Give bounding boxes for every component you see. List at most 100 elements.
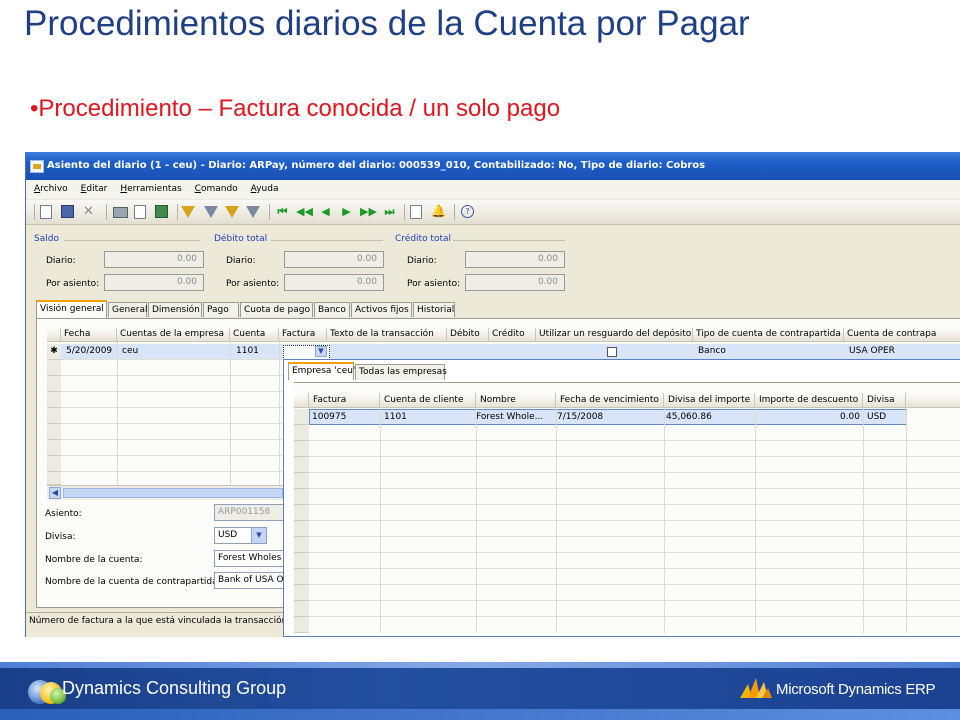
col-factura[interactable]: Factura xyxy=(279,328,327,342)
nombre-cuenta-field[interactable]: Forest Wholes xyxy=(214,550,284,567)
lookup-col-importe-descuento[interactable]: Importe de descuento xyxy=(755,393,863,408)
debito-asiento-field: 0.00 xyxy=(284,274,384,291)
col-tipo-contrapartida[interactable]: Tipo de cuenta de contrapartida xyxy=(693,328,844,342)
cell-empresa[interactable]: ceu xyxy=(122,344,138,360)
lookup-col-nombre[interactable]: Nombre xyxy=(476,393,556,408)
menu-herramientas[interactable]: Herramientas xyxy=(112,180,186,194)
tab-cuota-de-pago[interactable]: Cuota de pago xyxy=(240,302,313,317)
scroll-left-icon[interactable]: ◀ xyxy=(49,487,61,499)
tab-activos-fijos[interactable]: Activos fijos xyxy=(351,302,412,317)
lookup-cell-factura[interactable]: 100975 xyxy=(312,410,346,425)
cell-cuenta[interactable]: 1101 xyxy=(236,344,259,360)
filter-by-selection-icon[interactable] xyxy=(204,206,218,218)
tab-empresa-ceu[interactable]: Empresa 'ceu' xyxy=(288,362,355,380)
saldo-asiento-field: 0.00 xyxy=(104,274,204,291)
tab-vision-general[interactable]: Visión general xyxy=(36,300,107,318)
menu-comando[interactable]: Comando xyxy=(187,180,243,194)
previous-page-icon[interactable]: ◀◀ xyxy=(296,205,313,218)
print-preview-icon[interactable] xyxy=(134,205,146,219)
lookup-col-fecha-vencimiento[interactable]: Fecha de vencimiento xyxy=(556,393,664,408)
lookup-col-cuenta-cliente[interactable]: Cuenta de cliente xyxy=(380,393,476,408)
col-cuenta[interactable]: Cuenta xyxy=(230,328,279,342)
nombre-contrapartida-field[interactable]: Bank of USA O xyxy=(214,572,284,589)
chevron-down-icon[interactable]: ▼ xyxy=(251,528,266,543)
invoice-lookup-popup: Empresa 'ceu' Todas las empresas Factura… xyxy=(283,359,960,637)
col-texto-transaccion[interactable]: Texto de la transacción xyxy=(327,328,447,342)
lookup-cell-divisa[interactable]: USD xyxy=(867,410,886,425)
status-text: Número de factura a la que está vinculad… xyxy=(29,616,288,626)
menubar: Archivo Editar Herramientas Comando Ayuda xyxy=(26,180,960,199)
tab-pago[interactable]: Pago xyxy=(203,302,239,317)
nombre-contrapartida-label: Nombre de la cuenta de contrapartida: xyxy=(45,577,221,587)
previous-record-icon[interactable]: ◀ xyxy=(318,205,333,218)
col-resguardo-deposito[interactable]: Utilizar un resguardo del depósito xyxy=(536,328,693,342)
divisa-select[interactable]: USD ▼ xyxy=(214,527,267,544)
credito-asiento-label: Por asiento: xyxy=(407,279,461,289)
next-page-icon[interactable]: ▶▶ xyxy=(360,205,377,218)
grid-corner xyxy=(47,328,61,342)
lookup-row-100975[interactable]: 100975 1101 Forest Whole... 7/15/2008 45… xyxy=(309,409,907,425)
col-credito[interactable]: Crédito xyxy=(489,328,536,342)
tab-todas-empresas[interactable]: Todas las empresas xyxy=(355,364,447,380)
saldo-diario-field: 0.00 xyxy=(104,251,204,268)
lookup-col-divisa-importe[interactable]: Divisa del importe xyxy=(664,393,755,408)
window-titlebar[interactable]: Asiento del diario (1 - ceu) - Diario: A… xyxy=(26,152,960,180)
menu-editar[interactable]: Editar xyxy=(73,180,113,194)
credito-diario-field: 0.00 xyxy=(465,251,565,268)
col-debito[interactable]: Débito xyxy=(447,328,489,342)
alert-icon[interactable]: 🔔 xyxy=(431,205,446,218)
menu-ayuda[interactable]: Ayuda xyxy=(243,180,284,194)
divisa-label: Divisa: xyxy=(45,532,76,542)
debito-group-label: Débito total xyxy=(214,234,268,244)
first-record-icon[interactable]: ⏮ xyxy=(275,205,290,218)
menu-archivo[interactable]: Archivo xyxy=(26,180,73,194)
debito-asiento-label: Por asiento: xyxy=(226,279,280,289)
debito-diario-field: 0.00 xyxy=(284,251,384,268)
col-cuenta-contrapartida[interactable]: Cuenta de contrapa xyxy=(844,328,960,342)
save-icon[interactable] xyxy=(61,205,74,218)
tab-banco[interactable]: Banco xyxy=(314,302,350,317)
resguardo-checkbox[interactable] xyxy=(607,347,617,357)
print-icon[interactable] xyxy=(113,207,128,218)
lookup-cell-descuento[interactable]: 0.00 xyxy=(756,410,860,425)
delete-icon[interactable]: ✕ xyxy=(82,205,95,218)
filter-icon[interactable] xyxy=(181,206,195,218)
export-icon[interactable] xyxy=(155,205,168,218)
lookup-cell-importe[interactable]: 45,060.86 xyxy=(666,410,712,425)
sort-icon[interactable] xyxy=(246,206,260,218)
cell-cuenta-contrapartida[interactable]: USA OPER xyxy=(849,344,895,360)
help-icon[interactable]: ? xyxy=(461,205,474,218)
cell-fecha[interactable]: 5/20/2009 xyxy=(66,344,112,360)
col-cuentas-empresa[interactable]: Cuentas de la empresa xyxy=(117,328,230,342)
toolbar: ✕ ⏮ ◀◀ ◀ ▶ ▶▶ ⏭ 🔔 ? xyxy=(26,200,960,225)
lookup-col-divisa[interactable]: Divisa xyxy=(863,393,906,408)
nombre-cuenta-label: Nombre de la cuenta: xyxy=(45,555,143,565)
col-fecha[interactable]: Fecha xyxy=(61,328,117,342)
tab-historial[interactable]: Historial xyxy=(413,302,455,317)
tab-dimension[interactable]: Dimensión xyxy=(148,302,202,317)
microsoft-dynamics-logo-icon xyxy=(740,678,772,698)
window-title: Asiento del diario (1 - ceu) - Diario: A… xyxy=(47,160,706,171)
journal-hscrollbar[interactable]: ◀ xyxy=(47,485,285,500)
cell-tipo-contrapartida[interactable]: Banco xyxy=(698,344,726,360)
saldo-diario-label: Diario: xyxy=(46,256,76,266)
last-record-icon[interactable]: ⏭ xyxy=(382,205,397,218)
saldo-asiento-label: Por asiento: xyxy=(46,279,100,289)
lookup-cell-fecha[interactable]: 7/15/2008 xyxy=(557,410,603,425)
new-icon[interactable] xyxy=(40,205,52,219)
product-name: Microsoft Dynamics ERP xyxy=(776,681,936,698)
advanced-filter-icon[interactable] xyxy=(225,206,239,218)
attach-icon[interactable] xyxy=(410,205,422,219)
factura-dropdown-icon[interactable]: ▼ xyxy=(315,346,327,357)
tab-general[interactable]: General xyxy=(108,302,147,317)
lookup-cell-cuenta[interactable]: 1101 xyxy=(384,410,407,425)
next-record-icon[interactable]: ▶ xyxy=(339,205,354,218)
lookup-cell-nombre[interactable]: Forest Whole... xyxy=(476,410,543,425)
lookup-row-header[interactable] xyxy=(294,409,309,425)
lookup-col-factura[interactable]: Factura xyxy=(309,393,380,408)
journal-icon xyxy=(30,160,44,173)
credito-diario-label: Diario: xyxy=(407,256,437,266)
scroll-thumb[interactable] xyxy=(63,488,283,498)
table-row[interactable]: 5/20/2009 ceu 1101 ▼ Banco USA OPER xyxy=(61,344,960,360)
credito-asiento-field: 0.00 xyxy=(465,274,565,291)
